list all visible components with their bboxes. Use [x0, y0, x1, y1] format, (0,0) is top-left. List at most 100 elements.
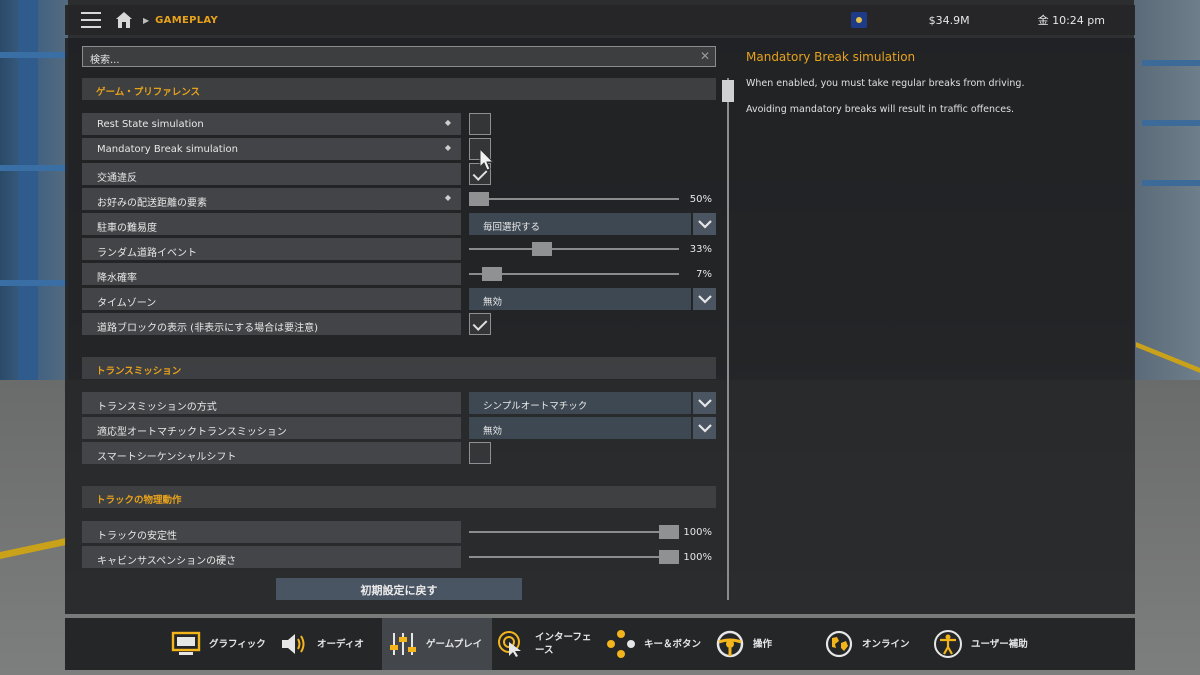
setting-row-parking: 駐車の難易度 毎回選択する — [82, 213, 716, 235]
breadcrumb: GAMEPLAY — [155, 14, 219, 26]
truck-stability-slider[interactable] — [469, 521, 679, 543]
clear-search-icon[interactable]: ✕ — [700, 49, 710, 63]
setting-label: タイムゾーン — [97, 298, 157, 309]
setting-row-truck-stability: トラックの安定性 100% — [82, 521, 716, 543]
tab-interface[interactable]: インターフェ ース — [497, 618, 591, 670]
tab-online[interactable]: オンライン — [824, 618, 910, 670]
dropdown-value: 無効 — [469, 288, 691, 310]
setting-row-delivery-distance: お好みの配送距離の要素 ◆ 50% — [82, 188, 716, 210]
delivery-distance-slider[interactable] — [469, 188, 679, 210]
diamond-icon: ◆ — [444, 193, 451, 202]
timezone-dropdown[interactable]: 無効 — [469, 288, 716, 310]
gamepad-buttons-icon — [606, 629, 636, 659]
home-icon[interactable] — [115, 11, 133, 29]
tab-keys-buttons[interactable]: キー＆ボタン — [606, 618, 701, 670]
mouse-cursor-icon — [479, 148, 495, 171]
setting-row-mandatory-break: Mandatory Break simulation ◆ — [82, 138, 716, 160]
adaptive-transmission-dropdown[interactable]: 無効 — [469, 417, 716, 439]
settings-panel: 検索... ✕ ゲーム・プリファレンス Rest State simulatio… — [65, 38, 1135, 614]
search-input[interactable]: 検索... ✕ — [82, 46, 716, 67]
menu-icon[interactable] — [81, 12, 101, 28]
top-bar: ▶ GAMEPLAY $34.9M 金 10:24 pm — [65, 5, 1135, 35]
dropdown-value: 毎回選択する — [469, 213, 691, 235]
transmission-type-dropdown[interactable]: シンプルオートマチック — [469, 392, 716, 414]
setting-label: トラックの安定性 — [97, 531, 177, 542]
rain-probability-slider[interactable] — [469, 263, 679, 285]
tab-label: オンライン — [862, 638, 910, 650]
tab-label: インターフェ — [535, 632, 592, 643]
section-header: ゲーム・プリファレンス — [82, 78, 716, 100]
money-display: $34.9M — [928, 13, 970, 27]
tab-label: キー＆ボタン — [644, 638, 702, 650]
setting-label: 適応型オートマチックトランスミッション — [97, 427, 287, 438]
speaker-icon — [279, 629, 309, 659]
setting-label: 道路ブロックの表示 (非表示にする場合は要注意) — [97, 323, 319, 334]
setting-label: 交通違反 — [97, 173, 137, 184]
globe-icon — [824, 629, 854, 659]
dropdown-value: 無効 — [469, 417, 691, 439]
slider-value: 33% — [689, 244, 712, 255]
slider-value: 50% — [689, 194, 712, 205]
parking-difficulty-dropdown[interactable]: 毎回選択する — [469, 213, 716, 235]
state-flag-icon — [850, 12, 867, 28]
setting-label: Rest State simulation — [97, 119, 204, 130]
rest-state-checkbox[interactable] — [469, 113, 491, 135]
diamond-icon: ◆ — [444, 143, 451, 152]
tab-gameplay[interactable]: ゲームプレイ — [382, 618, 492, 670]
search-placeholder: 検索... — [90, 55, 120, 66]
tab-label: グラフィック — [209, 638, 266, 650]
setting-row-random-events: ランダム道路イベント 33% — [82, 238, 716, 260]
settings-list: ゲーム・プリファレンス Rest State simulation ◆ Manda… — [82, 78, 716, 600]
scrollbar-thumb[interactable] — [722, 80, 734, 102]
tab-label: 操作 — [753, 638, 773, 650]
setting-row-transmission-type: トランスミッションの方式 シンプルオートマチック — [82, 392, 716, 414]
help-text: Avoiding mandatory breaks will result in… — [746, 104, 1015, 115]
clock-display: 金 10:24 pm — [1037, 14, 1105, 27]
setting-label: ランダム道路イベント — [97, 248, 197, 259]
setting-row-rest-state: Rest State simulation ◆ — [82, 113, 716, 135]
scrollbar-track[interactable] — [727, 78, 729, 600]
setting-row-roadblock: 道路ブロックの表示 (非表示にする場合は要注意) — [82, 313, 716, 335]
setting-row-adaptive: 適応型オートマチックトランスミッション 無効 — [82, 417, 716, 439]
settings-tab-bar: グラフィック オーディオ ゲームプレイ インターフェース キー＆ボタン 操作 — [65, 618, 1135, 670]
help-title: Mandatory Break simulation — [746, 50, 916, 64]
tab-label: ゲームプレイ — [426, 638, 483, 650]
setting-label: 駐車の難易度 — [97, 223, 157, 234]
breadcrumb-arrow-icon: ▶ — [143, 15, 150, 25]
smart-shift-checkbox[interactable] — [469, 442, 491, 464]
help-text: When enabled, you must take regular brea… — [746, 78, 1025, 89]
chevron-down-icon[interactable] — [693, 392, 716, 414]
roadblock-checkbox[interactable] — [469, 313, 491, 335]
tab-audio[interactable]: オーディオ — [279, 618, 364, 670]
steering-wheel-icon — [715, 629, 745, 659]
setting-row-timezone: タイムゾーン 無効 — [82, 288, 716, 310]
setting-label: スマートシーケンシャルシフト — [97, 452, 237, 463]
setting-row-cabin-suspension: キャビンサスペンションの硬さ 100% — [82, 546, 716, 568]
sliders-icon — [388, 629, 418, 659]
reset-defaults-button[interactable]: 初期設定に戻す — [276, 578, 522, 600]
setting-label: トランスミッションの方式 — [97, 402, 217, 413]
chevron-down-icon[interactable] — [693, 417, 716, 439]
setting-label: お好みの配送距離の要素 — [97, 198, 207, 209]
setting-label: 降水確率 — [97, 273, 137, 284]
setting-row-traffic: 交通違反 — [82, 163, 716, 185]
cursor-click-icon — [497, 629, 527, 659]
dropdown-value: シンプルオートマチック — [469, 392, 691, 414]
chevron-down-icon[interactable] — [693, 213, 716, 235]
slider-value: 100% — [683, 552, 712, 563]
chevron-down-icon[interactable] — [693, 288, 716, 310]
random-events-slider[interactable] — [469, 238, 679, 260]
accessibility-icon — [933, 629, 963, 659]
diamond-icon: ◆ — [444, 118, 451, 127]
setting-label: Mandatory Break simulation — [97, 144, 238, 155]
tab-accessibility[interactable]: ユーザー補助 — [933, 618, 1028, 670]
tab-label: ユーザー補助 — [971, 638, 1028, 650]
slider-value: 7% — [696, 269, 712, 280]
tab-graphics[interactable]: グラフィック — [171, 618, 266, 670]
monitor-icon — [171, 629, 201, 659]
slider-value: 100% — [683, 527, 712, 538]
setting-label: キャビンサスペンションの硬さ — [97, 556, 237, 567]
tab-controls[interactable]: 操作 — [715, 618, 772, 670]
tab-label: ース — [535, 645, 554, 656]
cabin-suspension-slider[interactable] — [469, 546, 679, 568]
